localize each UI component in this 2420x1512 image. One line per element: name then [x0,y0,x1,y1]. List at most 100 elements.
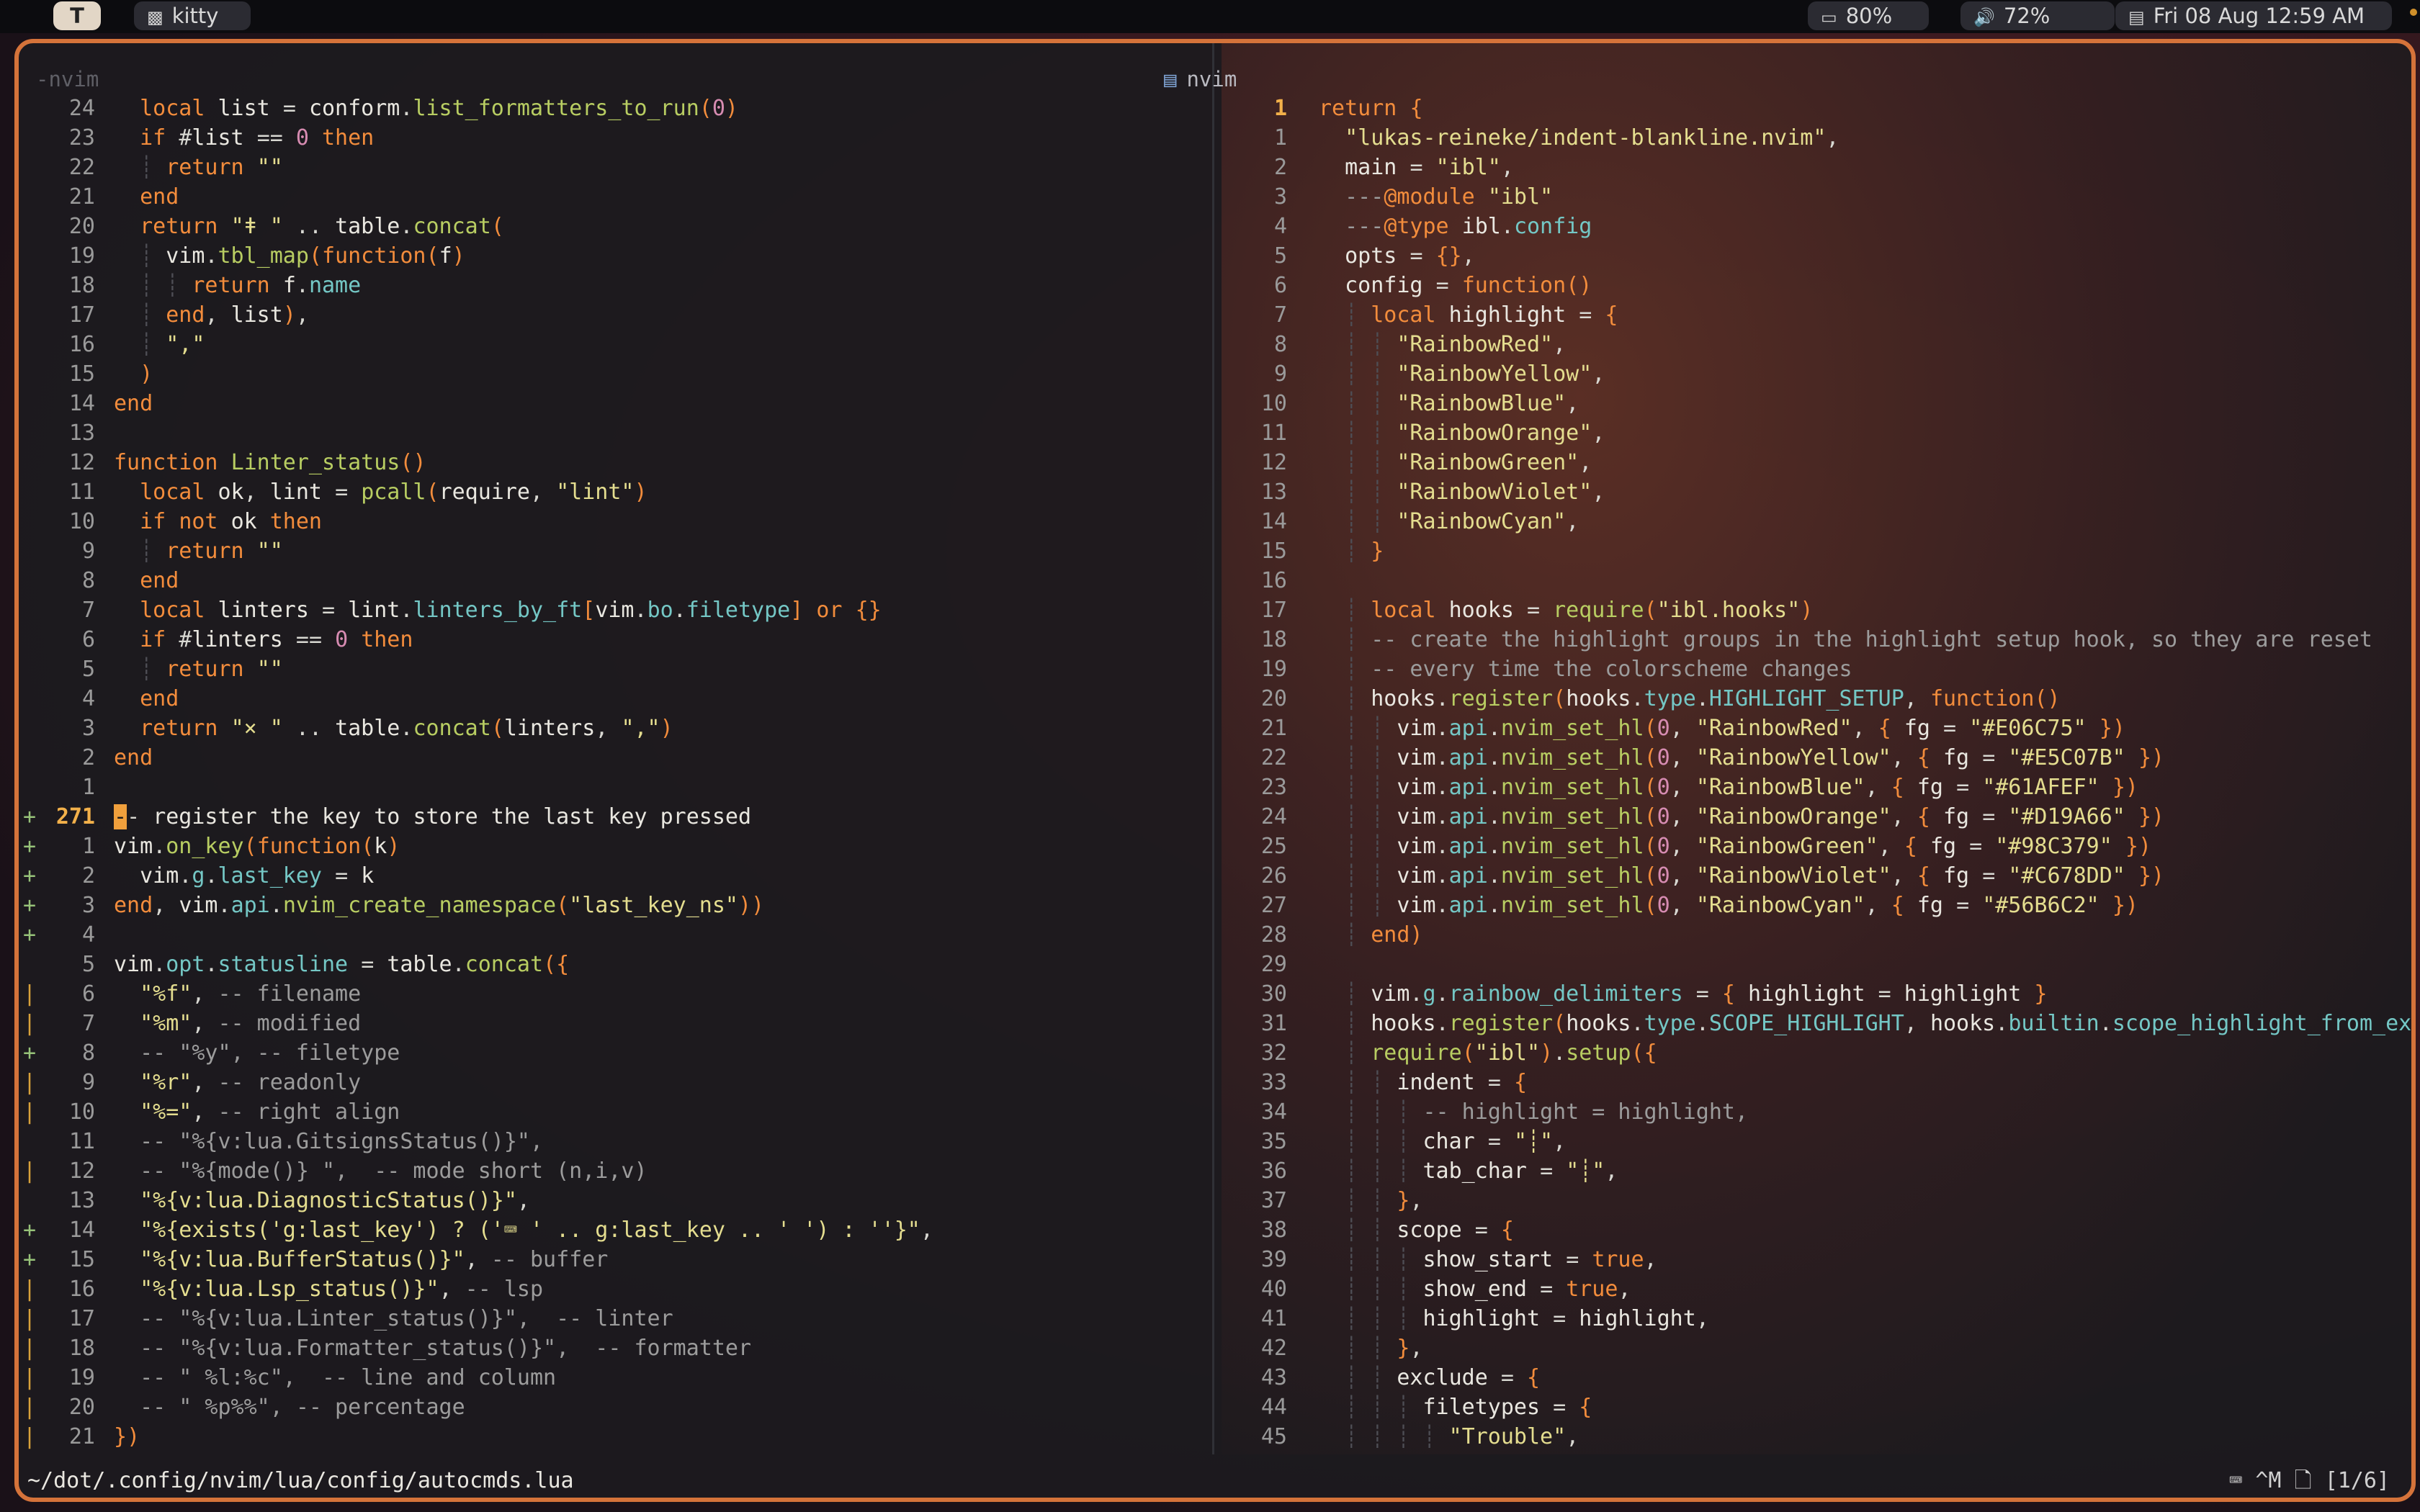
code-line[interactable]: | 21}) [19,1422,1207,1452]
code-line[interactable]: 1 return { [1218,94,2411,123]
code-line[interactable]: 41 ┊ ┊ ┊ highlight = highlight, [1218,1304,2411,1333]
code-line[interactable]: 25 ┊ ┊ vim.api.nvim_set_hl(0, "RainbowGr… [1218,832,2411,861]
code-text[interactable]: -- "%y", -- filetype [95,1038,400,1068]
code-text[interactable]: "%=", -- right align [95,1097,400,1127]
code-text[interactable]: local ok, lint = pcall(require, "lint") [95,477,647,507]
code-text[interactable] [1287,950,1319,979]
code-line[interactable]: 16 [1218,566,2411,595]
code-line[interactable]: 23 if #list == 0 then [19,123,1207,153]
code-line[interactable]: 2 end [19,743,1207,773]
code-text[interactable]: end [95,684,179,714]
code-line[interactable]: 18 ┊ ┊ return f.name [19,271,1207,300]
code-line[interactable]: 15 ┊ } [1218,536,2411,566]
code-text[interactable]: end [95,182,179,212]
code-line[interactable]: 30 ┊ vim.g.rainbow_delimiters = { highli… [1218,979,2411,1009]
code-line[interactable]: 40 ┊ ┊ ┊ show_end = true, [1218,1274,2411,1304]
code-text[interactable]: vim.on_key(function(k) [95,832,400,861]
code-text[interactable]: main = "ibl", [1287,153,1514,182]
code-text[interactable]: local linters = lint.linters_by_ft[vim.b… [95,595,882,625]
code-line[interactable]: 6 config = function() [1218,271,2411,300]
code-line[interactable]: 34 ┊ ┊ ┊ -- highlight = highlight, [1218,1097,2411,1127]
code-line[interactable]: 2 main = "ibl", [1218,153,2411,182]
code-text[interactable]: ┊ "," [95,330,205,359]
code-line[interactable]: 13 "%{v:lua.DiagnosticStatus()}", [19,1186,1207,1215]
code-text[interactable]: -- " %l:%c", -- line and column [95,1363,556,1392]
code-line[interactable]: +8 -- "%y", -- filetype [19,1038,1207,1068]
code-text[interactable]: ┊ ┊ "RainbowRed", [1287,330,1566,359]
code-line[interactable]: | 9 "%r", -- readonly [19,1068,1207,1097]
code-text[interactable]: ┊ vim.g.rainbow_delimiters = { highlight… [1287,979,2047,1009]
active-window-pill[interactable]: ▩ kitty [134,1,251,30]
code-text[interactable]: ┊ ┊ "RainbowCyan", [1287,507,1579,536]
code-line[interactable]: 5 ┊ return "" [19,654,1207,684]
code-text[interactable]: -- "%{v:lua.Formatter_status()}", -- for… [95,1333,751,1363]
code-line[interactable]: 13 ┊ ┊ "RainbowViolet", [1218,477,2411,507]
code-text[interactable]: "%{v:lua.Lsp_status()}", -- lsp [95,1274,543,1304]
code-line[interactable]: 21 ┊ ┊ vim.api.nvim_set_hl(0, "RainbowRe… [1218,714,2411,743]
code-line[interactable]: 10 ┊ ┊ "RainbowBlue", [1218,389,2411,418]
code-text[interactable]: "%{v:lua.BufferStatus()}", -- buffer [95,1245,608,1274]
code-line[interactable]: +3 end, vim.api.nvim_create_namespace("la… [19,891,1207,920]
code-line[interactable]: 28 ┊ end) [1218,920,2411,950]
code-line[interactable]: 4 ---@type ibl.config [1218,212,2411,241]
code-line[interactable]: 45 ┊ ┊ ┊ ┊ "Trouble", [1218,1422,2411,1452]
code-text[interactable]: ┊ ┊ return f.name [95,271,361,300]
code-line[interactable]: 3 ---@module "ibl" [1218,182,2411,212]
code-line[interactable]: 1 [19,773,1207,802]
code-text[interactable]: ) [95,359,153,389]
code-text[interactable]: ┊ ┊ vim.api.nvim_set_hl(0, "RainbowViole… [1287,861,2164,891]
code-text[interactable] [95,773,114,802]
code-line[interactable]: +15 "%{v:lua.BufferStatus()}", -- buffer [19,1245,1207,1274]
code-line[interactable]: 37 ┊ ┊ }, [1218,1186,2411,1215]
code-text[interactable]: ┊ hooks.register(hooks.type.HIGHLIGHT_SE… [1287,684,2060,714]
code-text[interactable]: ┊ return "" [95,536,283,566]
code-line[interactable]: 42 ┊ ┊ }, [1218,1333,2411,1363]
code-text[interactable]: end, vim.api.nvim_create_namespace("last… [95,891,764,920]
code-text[interactable] [1287,566,1319,595]
code-line[interactable]: 32 ┊ require("ibl").setup({ [1218,1038,2411,1068]
code-line[interactable]: 21 end [19,182,1207,212]
code-line[interactable]: 24 local list = conform.list_formatters_… [19,94,1207,123]
code-line[interactable]: 26 ┊ ┊ vim.api.nvim_set_hl(0, "RainbowVi… [1218,861,2411,891]
code-text[interactable] [95,920,114,950]
code-text[interactable]: "%r", -- readonly [95,1068,361,1097]
code-text[interactable]: ┊ ┊ ┊ tab_char = "┊", [1287,1156,1618,1186]
code-text[interactable]: ┊ local hooks = require("ibl.hooks") [1287,595,1813,625]
code-text[interactable]: ┊ ┊ "RainbowOrange", [1287,418,1605,448]
code-line[interactable]: +2 vim.g.last_key = k [19,861,1207,891]
code-text[interactable]: ┊ ┊ ┊ show_start = true, [1287,1245,1657,1274]
code-text[interactable]: end [95,743,153,773]
code-line[interactable]: +1 vim.on_key(function(k) [19,832,1207,861]
code-line[interactable]: 39 ┊ ┊ ┊ show_start = true, [1218,1245,2411,1274]
code-text[interactable]: -- register the key to store the last ke… [95,802,751,832]
code-line[interactable]: 15 ) [19,359,1207,389]
code-line[interactable]: 12 function Linter_status() [19,448,1207,477]
code-line[interactable]: 11 local ok, lint = pcall(require, "lint… [19,477,1207,507]
code-text[interactable]: ┊ ┊ }, [1287,1186,1422,1215]
code-line[interactable]: 6 if #linters == 0 then [19,625,1207,654]
code-text[interactable]: "%f", -- filename [95,979,361,1009]
code-text[interactable]: ┊ end) [1287,920,1422,950]
volume-status[interactable]: 🔊 72% [1960,1,2115,30]
code-line[interactable]: 27 ┊ ┊ vim.api.nvim_set_hl(0, "RainbowCy… [1218,891,2411,920]
code-text[interactable]: ┊ ┊ ┊ ┊ "Trouble", [1287,1422,1579,1452]
code-text[interactable]: ┊ local highlight = { [1287,300,1618,330]
code-text[interactable]: return { [1287,94,1423,123]
code-line[interactable]: 14 ┊ ┊ "RainbowCyan", [1218,507,2411,536]
code-line[interactable]: 19 ┊ vim.tbl_map(function(f) [19,241,1207,271]
code-line[interactable]: 35 ┊ ┊ ┊ char = "┊", [1218,1127,2411,1156]
code-text[interactable]: ┊ ┊ }, [1287,1333,1422,1363]
code-text[interactable]: ---@type ibl.config [1287,212,1592,241]
code-text[interactable]: ┊ ┊ ┊ highlight = highlight, [1287,1304,1709,1333]
code-line[interactable]: 8 ┊ ┊ "RainbowRed", [1218,330,2411,359]
code-line[interactable]: 24 ┊ ┊ vim.api.nvim_set_hl(0, "RainbowOr… [1218,802,2411,832]
code-text[interactable]: if #list == 0 then [95,123,374,153]
code-text[interactable]: ┊ hooks.register(hooks.type.SCOPE_HIGHLI… [1287,1009,2411,1038]
code-text[interactable]: ---@module "ibl" [1287,182,1553,212]
code-line[interactable]: 9 ┊ return "" [19,536,1207,566]
code-text[interactable]: vim.g.last_key = k [95,861,374,891]
code-line[interactable]: 14 end [19,389,1207,418]
code-line[interactable]: | 16 "%{v:lua.Lsp_status()}", -- lsp [19,1274,1207,1304]
code-text[interactable]: ┊ vim.tbl_map(function(f) [95,241,465,271]
workspace-indicator[interactable]: T [53,1,101,30]
